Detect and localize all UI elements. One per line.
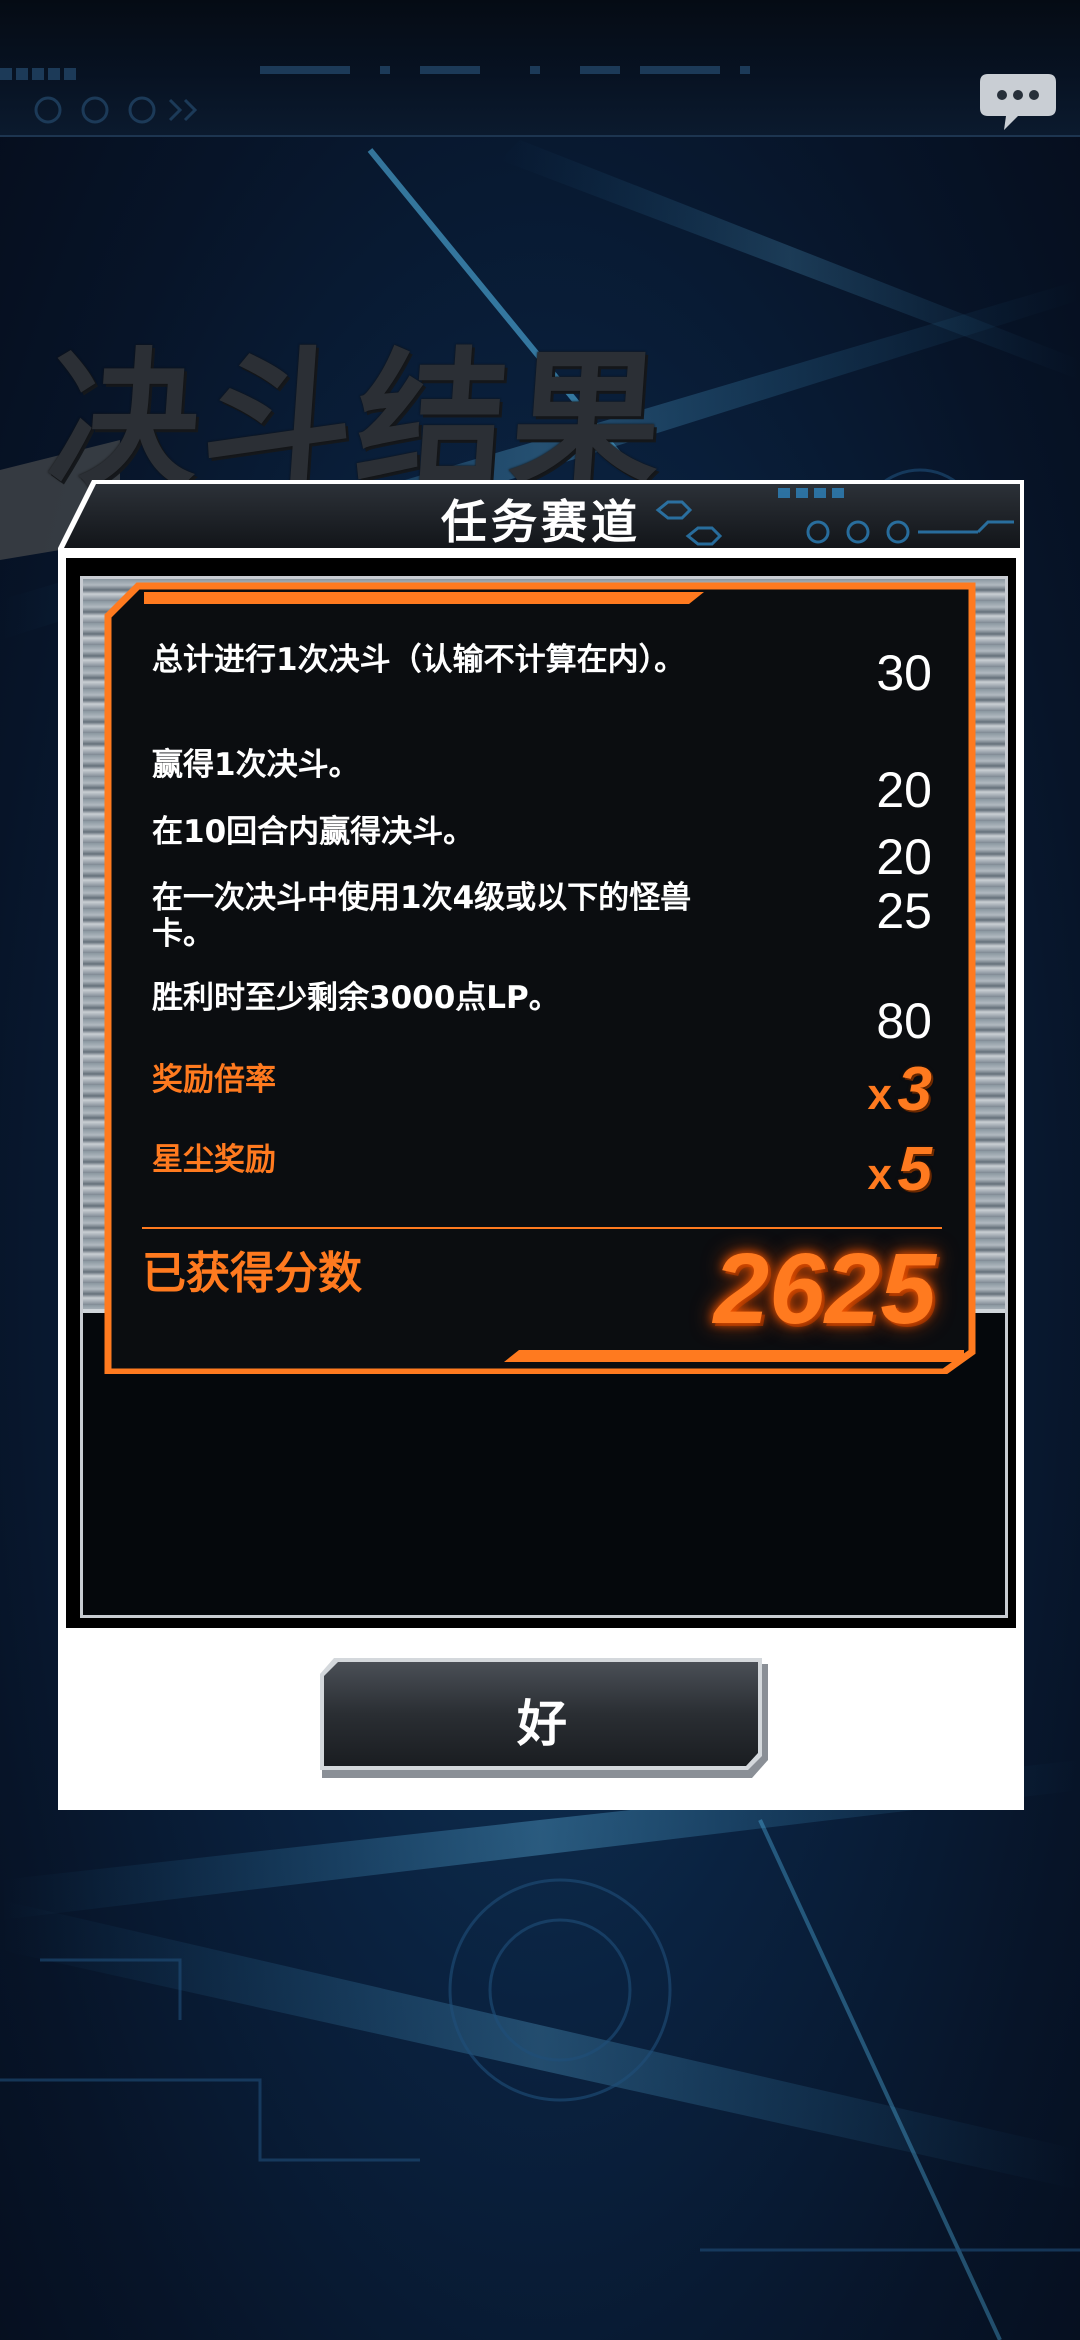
mission-points: 20: [876, 829, 932, 885]
mission-points: 30: [876, 645, 932, 701]
mission-label: 在10回合内赢得决斗。: [152, 814, 475, 850]
mission-label: 总计进行1次决斗（认输不计算在内）。: [152, 642, 686, 678]
stardust-bonus-value: 5: [897, 1135, 932, 1204]
mission-label: 在一次决斗中使用1次4级或以下的怪兽卡。: [152, 880, 692, 952]
chat-button[interactable]: [978, 70, 1058, 134]
mission-points: 20: [876, 762, 932, 818]
score-divider: [142, 1227, 942, 1229]
bonus-multiplier-prefix: x: [867, 1070, 892, 1119]
ok-button-label: 好: [517, 1695, 567, 1753]
top-bar: [0, 0, 1080, 137]
mission-label: 胜利时至少剩余3000点LP。: [152, 980, 560, 1016]
score-label: 已获得分数: [142, 1248, 362, 1299]
chat-bubble-icon: [980, 74, 1056, 130]
mission-points: 25: [876, 883, 932, 939]
mission-row: 在10回合内赢得决斗。 20: [152, 814, 932, 885]
stardust-bonus-prefix: x: [867, 1150, 892, 1199]
bonus-row: 奖励倍率 x 3: [152, 1054, 932, 1124]
mission-row: 在一次决斗中使用1次4级或以下的怪兽卡。 25: [152, 880, 932, 960]
ok-button[interactable]: 好: [316, 1656, 768, 1778]
top-bar-decoration: [0, 66, 750, 124]
bonus-row: 星尘奖励 x 5: [152, 1134, 932, 1204]
bonus-multiplier-label: 奖励倍率: [152, 1062, 276, 1098]
mission-row: 胜利时至少剩余3000点LP。 80: [152, 980, 932, 1049]
mission-row: 赢得1次决斗。 20: [152, 747, 932, 818]
dialog-header: 任务赛道: [58, 480, 1024, 549]
score-panel: 总计进行1次决斗（认输不计算在内）。 30 赢得1次决斗。 20 在10回合内赢…: [104, 582, 976, 1374]
bonus-multiplier-value: 3: [897, 1055, 932, 1124]
stardust-bonus-label: 星尘奖励: [152, 1142, 276, 1178]
mission-row: 总计进行1次决斗（认输不计算在内）。 30: [152, 642, 932, 722]
mission-points: 80: [876, 993, 932, 1049]
mission-label: 赢得1次决斗。: [152, 747, 360, 783]
score-value: 2625: [713, 1233, 936, 1345]
dialog-title: 任务赛道: [441, 495, 641, 549]
